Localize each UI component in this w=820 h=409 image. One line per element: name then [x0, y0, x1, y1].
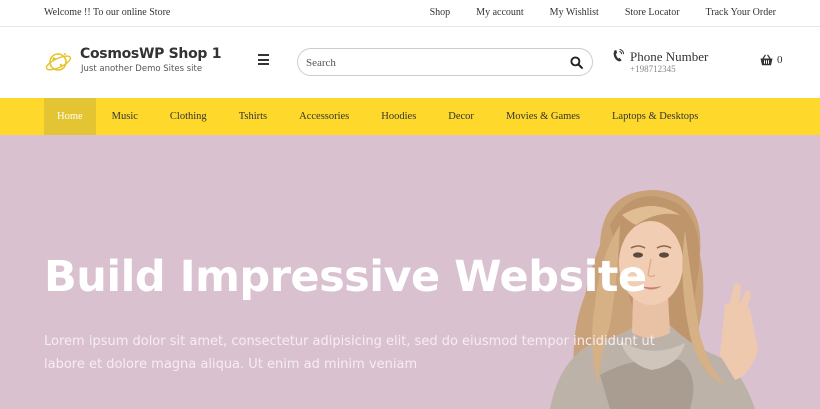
nav-item-music[interactable]: Music [96, 98, 154, 135]
planet-logo-icon[interactable] [44, 48, 72, 76]
top-link-my-wishlist[interactable]: My Wishlist [550, 7, 599, 18]
basket-icon [760, 54, 773, 66]
main-navigation: Home Music Clothing Tshirts Accessories … [0, 98, 820, 135]
hamburger-icon[interactable] [258, 54, 272, 68]
phone-label: Phone Number [630, 49, 709, 64]
hero-description: Lorem ipsum dolor sit amet, consectetur … [44, 334, 655, 372]
top-link-store-locator[interactable]: Store Locator [625, 7, 680, 18]
top-link-track-order[interactable]: Track Your Order [706, 7, 776, 18]
nav-item-hoodies[interactable]: Hoodies [365, 98, 432, 135]
nav-item-home[interactable]: Home [44, 98, 96, 135]
top-link-my-account[interactable]: My account [476, 7, 524, 18]
search-icon[interactable] [570, 56, 583, 69]
nav-item-accessories[interactable]: Accessories [283, 98, 365, 135]
cart-count: 0 [777, 54, 783, 66]
phone-icon [613, 49, 624, 62]
phone-number[interactable]: +198712345 [630, 64, 676, 74]
nav-item-laptops-desktops[interactable]: Laptops & Desktops [596, 98, 714, 135]
hero-banner: Build Impressive Website Lorem ipsum dol… [0, 135, 820, 409]
search-box [297, 48, 593, 76]
nav-item-movies-games[interactable]: Movies & Games [490, 98, 596, 135]
top-link-shop[interactable]: Shop [430, 7, 451, 18]
top-bar: Welcome !! To our online Store Shop My a… [0, 0, 820, 27]
nav-item-clothing[interactable]: Clothing [154, 98, 223, 135]
site-tagline: Just another Demo Sites site [81, 64, 203, 74]
cart-button[interactable]: 0 [760, 54, 783, 66]
search-input[interactable] [306, 54, 556, 72]
nav-item-decor[interactable]: Decor [432, 98, 490, 135]
welcome-text: Welcome !! To our online Store [44, 7, 171, 18]
nav-item-tshirts[interactable]: Tshirts [223, 98, 283, 135]
site-title[interactable]: CosmosWP Shop 1 [80, 46, 221, 62]
top-navigation: Shop My account My Wishlist Store Locato… [404, 7, 776, 18]
site-header: CosmosWP Shop 1 Just another Demo Sites … [0, 27, 820, 98]
hero-title: Build Impressive Website [44, 252, 647, 302]
